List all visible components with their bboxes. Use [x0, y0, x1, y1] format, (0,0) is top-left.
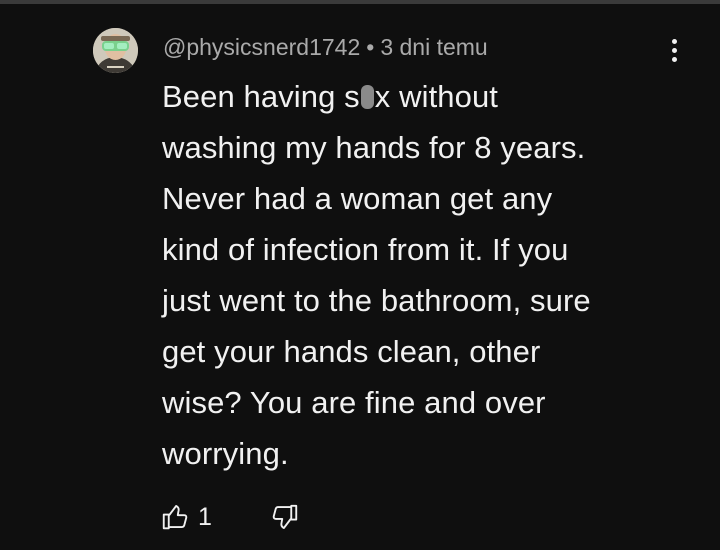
comment-line-6: get your hands clean, other	[162, 334, 541, 369]
comment-author[interactable]: @physicsnerd1742	[163, 34, 360, 60]
avatar-image	[93, 28, 138, 73]
comment-timestamp[interactable]: 3 dni temu	[380, 34, 487, 60]
comment-line-3: Never had a woman get any	[162, 181, 553, 216]
comment-line-8: worrying.	[162, 436, 289, 471]
comment-line-4: kind of infection from it. If you	[162, 232, 569, 267]
avatar[interactable]	[93, 28, 138, 73]
censor-blur	[360, 85, 375, 109]
comment-line-2: washing my hands for 8 years.	[162, 130, 586, 165]
like-button[interactable]	[160, 502, 190, 532]
top-divider	[0, 0, 720, 4]
dislike-button[interactable]	[270, 502, 300, 532]
thumb-down-icon	[272, 504, 298, 529]
like-count: 1	[198, 503, 212, 531]
comment-line-7: wise? You are fine and over	[162, 385, 546, 420]
comment-line-5: just went to the bathroom, sure	[162, 283, 591, 318]
thumb-up-icon	[162, 505, 188, 530]
comment-text: Been having sx without washing my hands …	[162, 71, 682, 479]
comment-line-1: Been having sx without	[162, 79, 499, 114]
more-vert-icon[interactable]	[664, 36, 686, 66]
comment-header: @physicsnerd1742 • 3 dni temu	[163, 33, 488, 61]
header-separator: •	[366, 34, 375, 60]
